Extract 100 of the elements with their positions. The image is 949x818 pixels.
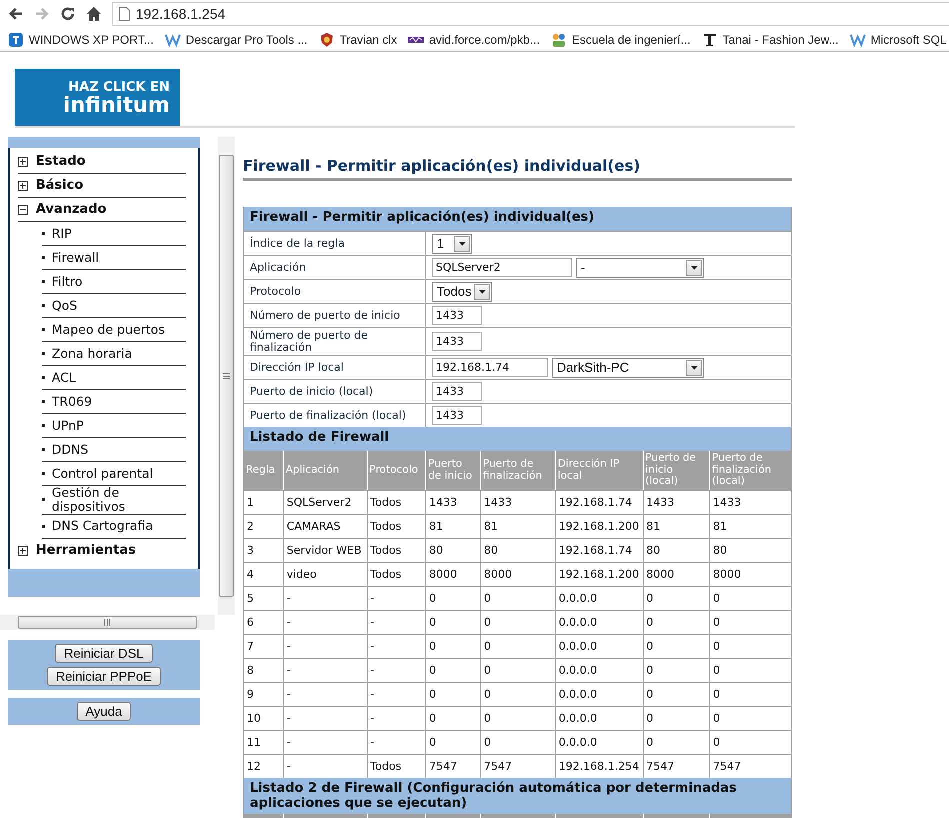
input-field[interactable]: SQLServer2 bbox=[432, 258, 572, 277]
submenu-item[interactable]: DNS Cartografia bbox=[52, 519, 154, 533]
submenu-item[interactable]: QoS bbox=[52, 298, 78, 312]
table-cell: 1433 bbox=[709, 491, 791, 514]
input-field[interactable]: 1433 bbox=[432, 382, 482, 402]
menu-item[interactable]: Avanzado bbox=[36, 202, 107, 217]
table-cell: 81 bbox=[425, 515, 480, 538]
url-text: 192.168.1.254 bbox=[136, 6, 226, 22]
bookmark-link[interactable]: Escuela de ingenierí... bbox=[551, 32, 691, 48]
table-cell: 0.0.0.0 bbox=[554, 611, 643, 634]
expand-icon[interactable] bbox=[18, 546, 28, 556]
bullet-icon bbox=[42, 352, 45, 355]
field-label: Aplicación bbox=[244, 256, 426, 279]
table-cell: 0 bbox=[425, 611, 480, 634]
bookmark-link[interactable]: Descargar Pro Tools ... bbox=[164, 32, 308, 48]
table-cell: - bbox=[282, 659, 367, 682]
pillar-icon bbox=[702, 32, 718, 48]
table-cell: 80 bbox=[480, 539, 555, 562]
bookmark-link[interactable]: Travian clx bbox=[318, 32, 398, 48]
table-cell: 0 bbox=[480, 683, 555, 706]
submenu-item[interactable]: UPnP bbox=[52, 418, 84, 432]
field-label: Número de puerto de finalización bbox=[244, 328, 426, 356]
field-label: Puerto de inicio (local) bbox=[244, 380, 426, 404]
address-bar[interactable]: 192.168.1.254 bbox=[112, 2, 949, 26]
dropdown[interactable]: DarkSith-PC bbox=[552, 358, 704, 378]
table-cell: Todos bbox=[366, 563, 426, 586]
table-cell: Todos bbox=[366, 491, 426, 514]
table-cell: 192.168.1.74 bbox=[554, 491, 643, 514]
table-cell: 8000 bbox=[425, 563, 480, 586]
table-cell: 80 bbox=[425, 539, 480, 562]
reset-button[interactable]: Reiniciar PPPoE bbox=[46, 667, 162, 686]
table-cell-text: 12 bbox=[246, 759, 262, 776]
bullet-icon bbox=[42, 256, 45, 259]
table-cell: 0 bbox=[642, 707, 710, 730]
column-header: Puerto de finalización bbox=[480, 451, 555, 490]
submenu-item[interactable]: TR069 bbox=[52, 394, 92, 408]
menu-item[interactable]: Básico bbox=[36, 178, 84, 193]
menu-item[interactable]: Herramientas bbox=[36, 543, 136, 558]
expand-icon[interactable] bbox=[18, 180, 28, 190]
table-cell: 0 bbox=[425, 731, 480, 754]
input-field[interactable]: 192.168.1.74 bbox=[432, 358, 548, 378]
dropdown[interactable]: Todos bbox=[432, 282, 492, 302]
table-cell: 0.0.0.0 bbox=[554, 683, 643, 706]
table-cell: - bbox=[366, 635, 426, 658]
dropdown[interactable]: 1 bbox=[432, 234, 472, 254]
submenu-item[interactable]: Gestión de dispositivos bbox=[52, 486, 186, 514]
table-cell: 0 bbox=[425, 635, 480, 658]
submenu-item[interactable]: Zona horaria bbox=[52, 346, 132, 360]
submenu-item[interactable]: ACL bbox=[52, 370, 76, 384]
horizontal-scrollbar[interactable] bbox=[0, 615, 215, 630]
logo-banner[interactable]: HAZ CLICK EN infinitum bbox=[15, 69, 180, 126]
input-field[interactable]: 1433 bbox=[432, 332, 482, 352]
dropdown-caret-icon bbox=[686, 360, 702, 376]
table-cell: 1433 bbox=[480, 491, 555, 514]
dropdown[interactable]: - bbox=[576, 258, 704, 278]
submenu-item[interactable]: Mapeo de puertos bbox=[52, 322, 166, 336]
table-cell: 0 bbox=[425, 587, 480, 610]
bullet-icon bbox=[42, 448, 45, 451]
grip-icon bbox=[223, 372, 230, 380]
submenu-item[interactable]: Firewall bbox=[52, 250, 100, 264]
table-cell: 0 bbox=[480, 635, 555, 658]
vertical-scrollbar[interactable] bbox=[218, 137, 235, 615]
bullet-icon bbox=[42, 232, 45, 235]
section-header: Listado 2 de Firewall (Configuración automática por determinadas aplicaciones que se ejecutan) bbox=[244, 778, 791, 814]
bookmark-link[interactable]: Tanai - Fashion Jew... bbox=[702, 32, 839, 48]
table-cell-text: 2 bbox=[246, 519, 255, 536]
field-label: Protocolo bbox=[244, 280, 426, 303]
table-cell-text: 11 bbox=[246, 735, 262, 752]
collapse-icon[interactable] bbox=[18, 204, 28, 214]
table-cell: 1433 bbox=[425, 491, 480, 514]
bookmark-link[interactable]: Microsoft SQL bbox=[850, 32, 947, 48]
help-button[interactable]: Ayuda bbox=[76, 702, 132, 721]
table-cell: 8000 bbox=[709, 563, 791, 586]
submenu-item[interactable]: Filtro bbox=[52, 274, 83, 288]
table-cell: 0 bbox=[480, 659, 555, 682]
section-header: Firewall - Permitir aplicación(es) individual(es) bbox=[244, 207, 791, 231]
submenu-item[interactable]: DDNS bbox=[52, 442, 89, 456]
table-cell: - bbox=[282, 707, 367, 730]
back-icon[interactable] bbox=[8, 6, 24, 22]
bookmark-link[interactable]: WINDOWS XP PORT... bbox=[8, 32, 154, 48]
table-cell: 0 bbox=[642, 587, 710, 610]
reset-button[interactable]: Reiniciar DSL bbox=[55, 644, 153, 663]
input-field[interactable]: 1433 bbox=[432, 306, 482, 325]
home-icon[interactable] bbox=[86, 6, 102, 22]
bullet-icon bbox=[42, 328, 45, 331]
reload-icon[interactable] bbox=[60, 6, 76, 22]
submenu-item[interactable]: RIP bbox=[52, 226, 72, 240]
menu-item[interactable]: Estado bbox=[36, 154, 86, 169]
bookmark-link[interactable]: avid.force.com/pkb... bbox=[408, 32, 540, 48]
submenu-item[interactable]: Control parental bbox=[52, 466, 154, 480]
input-field[interactable]: 1433 bbox=[432, 406, 482, 426]
bullet-icon bbox=[42, 472, 45, 475]
dropdown-caret-icon bbox=[686, 260, 702, 276]
section-header: Listado de Firewall bbox=[244, 427, 791, 452]
table-cell-text: 1 bbox=[246, 495, 255, 512]
table-cell: 0.0.0.0 bbox=[554, 587, 643, 610]
expand-icon[interactable] bbox=[18, 156, 28, 166]
table-cell-text: 6 bbox=[246, 615, 255, 632]
page-title: Firewall - Permitir aplicación(es) individual(es) bbox=[243, 157, 792, 181]
table-cell: 192.168.1.200 bbox=[554, 515, 643, 538]
